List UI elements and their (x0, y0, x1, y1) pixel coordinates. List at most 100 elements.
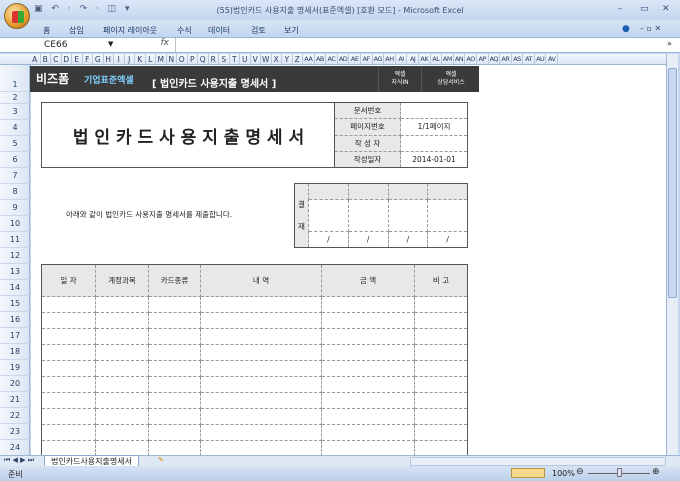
approver-title[interactable] (387, 183, 429, 200)
table-cell[interactable] (414, 344, 468, 361)
table-cell[interactable] (41, 424, 96, 441)
insert-function-button[interactable]: fx (118, 38, 176, 52)
table-cell[interactable] (414, 296, 468, 313)
column-header[interactable]: H (104, 54, 114, 64)
table-cell[interactable] (321, 328, 415, 345)
table-cell[interactable] (414, 424, 468, 441)
row-header[interactable]: 16 (0, 312, 30, 328)
table-cell[interactable] (41, 344, 96, 361)
row-header[interactable]: 7 (0, 168, 30, 184)
column-header[interactable]: D (62, 54, 72, 64)
column-header[interactable]: AQ (489, 54, 501, 64)
column-header[interactable]: O (177, 54, 188, 64)
column-header[interactable]: U (240, 54, 251, 64)
approval-date[interactable]: / (347, 231, 389, 248)
column-header[interactable]: B (41, 54, 51, 64)
column-header[interactable]: F (83, 54, 93, 64)
table-cell[interactable] (321, 408, 415, 425)
row-header[interactable]: 14 (0, 280, 30, 296)
column-header[interactable]: AP (477, 54, 489, 64)
row-header[interactable]: 18 (0, 344, 30, 360)
column-header[interactable]: L (146, 54, 156, 64)
table-cell[interactable] (200, 328, 322, 345)
approver-title[interactable] (308, 183, 349, 200)
column-header[interactable]: Q (198, 54, 209, 64)
column-header[interactable]: AI (396, 54, 408, 64)
signature-cell[interactable] (308, 199, 349, 232)
column-header[interactable]: AU (535, 54, 547, 64)
row-header[interactable]: 10 (0, 216, 30, 232)
tab-formulas[interactable]: 수식 (177, 25, 192, 36)
column-header[interactable]: M (156, 54, 167, 64)
column-header[interactable]: AN (454, 54, 466, 64)
table-cell[interactable] (148, 328, 201, 345)
column-header[interactable]: K (135, 54, 146, 64)
tab-data[interactable]: 데이터 (208, 25, 230, 36)
table-cell[interactable] (200, 296, 322, 313)
table-cell[interactable] (321, 392, 415, 409)
table-cell[interactable] (95, 392, 149, 409)
column-header[interactable]: AA (303, 54, 315, 64)
row-header[interactable]: 22 (0, 408, 30, 424)
column-header[interactable]: AE (349, 54, 361, 64)
row-headers[interactable]: 1 2 3 4 5 6 7 8 9 10 11 12 13 14 15 16 17 18 19 20 21 22 23 24 (0, 65, 30, 456)
info-value[interactable] (400, 134, 468, 152)
row-header[interactable]: 3 (0, 104, 30, 120)
column-header[interactable]: P (188, 54, 198, 64)
table-cell[interactable] (321, 344, 415, 361)
scroll-thumb[interactable] (668, 68, 677, 298)
insert-sheet-icon[interactable]: ✎ (158, 456, 164, 464)
table-cell[interactable] (95, 312, 149, 329)
table-cell[interactable] (148, 312, 201, 329)
table-cell[interactable] (414, 312, 468, 329)
help-icon[interactable]: ● (622, 24, 630, 34)
row-header[interactable]: 21 (0, 392, 30, 408)
column-header[interactable]: AF (361, 54, 373, 64)
approver-title[interactable] (427, 183, 468, 200)
column-header[interactable]: N (167, 54, 177, 64)
table-cell[interactable] (200, 408, 322, 425)
table-cell[interactable] (95, 296, 149, 313)
formula-input[interactable] (178, 38, 664, 52)
table-cell[interactable] (41, 296, 96, 313)
table-cell[interactable] (41, 360, 96, 377)
approval-date[interactable]: / (387, 231, 429, 248)
column-header[interactable]: C (51, 54, 62, 64)
table-cell[interactable] (200, 392, 322, 409)
info-value[interactable] (400, 101, 468, 120)
tab-home[interactable]: 홈 (43, 25, 50, 36)
table-cell[interactable] (95, 360, 149, 377)
table-cell[interactable] (321, 296, 415, 313)
row-header[interactable]: 4 (0, 120, 30, 136)
table-cell[interactable] (321, 424, 415, 441)
table-cell[interactable] (148, 408, 201, 425)
column-header[interactable]: Y (282, 54, 293, 64)
column-header[interactable]: AL (431, 54, 443, 64)
row-header[interactable]: 12 (0, 248, 30, 264)
table-cell[interactable] (200, 344, 322, 361)
table-cell[interactable] (95, 376, 149, 393)
column-header[interactable]: S (219, 54, 230, 64)
row-header[interactable]: 17 (0, 328, 30, 344)
excel-consulting-button[interactable]: 엑셀 상담서비스 (423, 66, 479, 92)
table-cell[interactable] (200, 312, 322, 329)
column-header[interactable]: AJ (407, 54, 419, 64)
table-cell[interactable] (41, 328, 96, 345)
column-header[interactable]: AD (338, 54, 350, 64)
table-cell[interactable] (41, 408, 96, 425)
signature-cell[interactable] (347, 199, 389, 232)
table-cell[interactable] (95, 408, 149, 425)
table-cell[interactable] (414, 360, 468, 377)
signature-cell[interactable] (387, 199, 429, 232)
column-header[interactable]: I (114, 54, 125, 64)
column-header[interactable]: AO (465, 54, 477, 64)
column-header[interactable]: A (30, 54, 41, 64)
row-header[interactable]: 6 (0, 152, 30, 168)
table-cell[interactable] (95, 328, 149, 345)
column-header[interactable]: AV (546, 54, 559, 64)
table-cell[interactable] (200, 376, 322, 393)
row-header[interactable]: 11 (0, 232, 30, 248)
column-header[interactable]: E (72, 54, 83, 64)
column-header[interactable]: AG (373, 54, 385, 64)
row-header[interactable]: 1 (0, 65, 30, 92)
